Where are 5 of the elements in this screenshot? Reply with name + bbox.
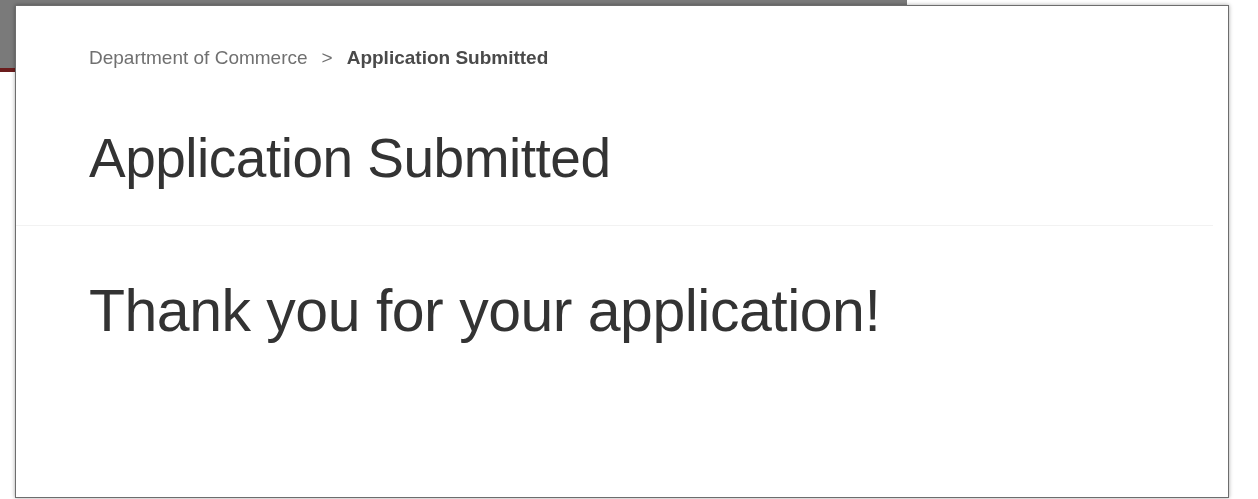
breadcrumb-separator: > [321, 46, 333, 70]
page-title: Application Submitted [89, 125, 612, 191]
breadcrumb-link[interactable]: Department of Commerce [89, 44, 308, 73]
breadcrumb-current: Application Submitted [346, 46, 549, 70]
thank-you-message: Thank you for your application! [89, 276, 882, 346]
